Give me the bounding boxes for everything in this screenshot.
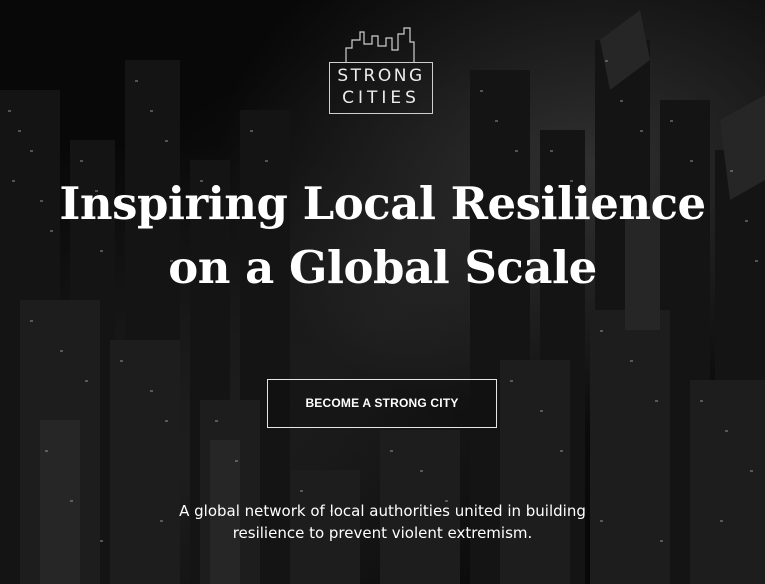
hero-section: STRONG CITIES Inspiring Local Resilience… <box>0 0 765 584</box>
headline-line1: Inspiring Local Resilience <box>59 177 706 230</box>
hero-tagline: A global network of local authorities un… <box>0 500 765 544</box>
logo-text-line1: STRONG <box>337 66 425 86</box>
tagline-line2: resilience to prevent violent extremism. <box>232 524 533 542</box>
hero-headline: Inspiring Local Resilience on a Global S… <box>0 172 765 300</box>
headline-line2: on a Global Scale <box>168 241 597 294</box>
tagline-line1: A global network of local authorities un… <box>179 502 586 520</box>
city-skyline-icon <box>345 27 415 63</box>
logo-text-line2: CITIES <box>342 88 420 108</box>
become-strong-city-button[interactable]: BECOME A STRONG CITY <box>267 379 497 428</box>
strong-cities-logo[interactable]: STRONG CITIES <box>328 26 436 116</box>
